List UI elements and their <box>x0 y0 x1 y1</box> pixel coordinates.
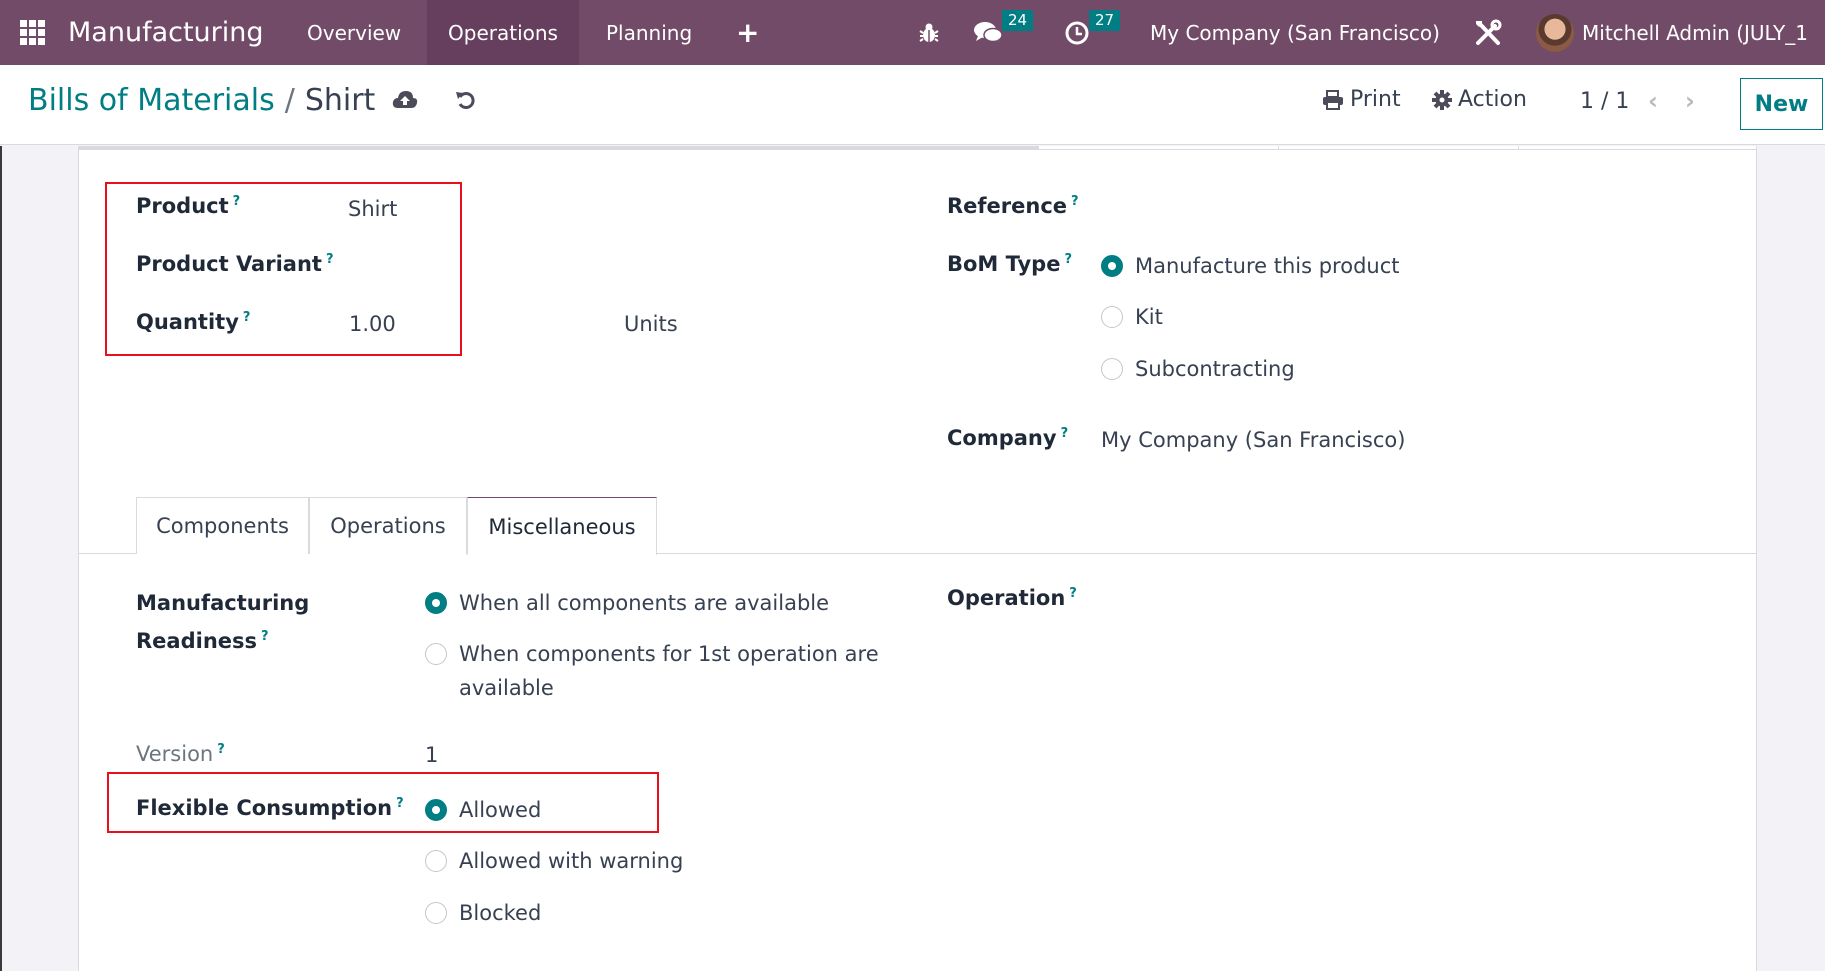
action-label: Action <box>1458 87 1527 112</box>
apps-menu-button[interactable] <box>20 0 48 65</box>
help-icon[interactable]: ? <box>217 742 225 757</box>
control-panel: Bills of Materials / Shirt Print Action … <box>0 65 1825 145</box>
chat-icon <box>974 21 1003 44</box>
button-box-segment[interactable] <box>1519 146 1757 150</box>
button-box <box>79 146 1757 150</box>
highlight-box-product <box>105 182 462 356</box>
company-label: Company? <box>947 426 1069 450</box>
user-name: Mitchell Admin (JULY_1 <box>1582 20 1808 45</box>
radio-checked[interactable] <box>425 592 447 614</box>
user-menu[interactable]: Mitchell Admin (JULY_1 <box>1536 0 1808 65</box>
operation-label: Operation? <box>947 586 1077 610</box>
readiness-all-available[interactable]: When all components are available <box>425 589 829 620</box>
clock-icon <box>1065 21 1089 44</box>
activities-button[interactable] <box>1064 0 1090 65</box>
print-button[interactable]: Print <box>1322 87 1401 112</box>
messages-badge: 24 <box>1002 10 1034 31</box>
bom-type-label: BoM Type? <box>947 252 1072 276</box>
readiness-first-operation[interactable]: When components for 1st operation are ava… <box>425 640 879 705</box>
print-label: Print <box>1350 87 1401 112</box>
button-box-segment[interactable] <box>1279 146 1519 150</box>
chevron-left-icon[interactable]: ‹ <box>1648 87 1658 115</box>
breadcrumb: Bills of Materials / Shirt <box>28 83 375 118</box>
flexible-allowed-with-warning[interactable]: Allowed with warning <box>425 847 683 878</box>
gear-icon <box>1432 89 1452 110</box>
grid-icon <box>20 20 45 45</box>
help-icon[interactable]: ? <box>1069 586 1077 601</box>
tab-miscellaneous[interactable]: Miscellaneous <box>467 497 657 555</box>
menu-planning[interactable]: Planning <box>585 0 713 65</box>
tab-components[interactable]: Components <box>136 497 309 554</box>
activities-badge: 27 <box>1089 10 1121 31</box>
help-icon[interactable]: ? <box>261 629 269 644</box>
button-box-segment[interactable] <box>1039 146 1279 150</box>
undo-icon[interactable] <box>455 89 477 117</box>
form-sheet: Product? Shirt Product Variant? Quantity… <box>78 146 1757 971</box>
avatar <box>1536 13 1574 52</box>
bom-type-kit[interactable]: Kit <box>1101 303 1163 334</box>
radio-unchecked[interactable] <box>1101 306 1123 328</box>
breadcrumb-bills-of-materials[interactable]: Bills of Materials <box>28 83 275 118</box>
radio-unchecked[interactable] <box>1101 358 1123 380</box>
reference-label: Reference? <box>947 194 1079 218</box>
radio-unchecked[interactable] <box>425 850 447 872</box>
reference-field[interactable] <box>1101 194 1601 224</box>
highlight-box-flexible <box>107 772 659 833</box>
button-box-segment <box>79 146 1039 150</box>
printer-icon <box>1323 89 1343 110</box>
radio-unchecked[interactable] <box>425 643 447 665</box>
help-icon[interactable]: ? <box>1071 194 1079 209</box>
bom-type-subcontracting[interactable]: Subcontracting <box>1101 355 1295 386</box>
radio-unchecked[interactable] <box>425 902 447 924</box>
menu-overview[interactable]: Overview <box>286 0 422 65</box>
breadcrumb-separator: / <box>284 83 295 118</box>
bug-icon[interactable] <box>918 0 940 65</box>
app-name[interactable]: Manufacturing <box>68 0 264 65</box>
manufacturing-readiness-label: Manufacturing Readiness? <box>136 591 310 653</box>
pager-value[interactable]: 1 / 1 <box>1580 89 1629 114</box>
flexible-blocked[interactable]: Blocked <box>425 899 541 930</box>
new-button[interactable]: New <box>1740 78 1823 130</box>
version-label: Version? <box>136 742 225 766</box>
cloud-upload-icon[interactable] <box>392 89 418 117</box>
messages-button[interactable] <box>973 0 1005 65</box>
bom-type-manufacture[interactable]: Manufacture this product <box>1101 252 1400 283</box>
sheet-background <box>0 146 78 971</box>
uom-field[interactable]: Units <box>624 312 678 336</box>
tab-operations[interactable]: Operations <box>309 497 467 554</box>
help-icon[interactable]: ? <box>1061 426 1069 441</box>
company-field[interactable]: My Company (San Francisco) <box>1101 428 1405 452</box>
menu-operations[interactable]: Operations <box>427 0 579 65</box>
help-icon[interactable]: ? <box>1064 252 1072 267</box>
chevron-right-icon[interactable]: › <box>1685 87 1695 115</box>
radio-checked[interactable] <box>1101 255 1123 277</box>
breadcrumb-current: Shirt <box>304 83 376 118</box>
plus-icon[interactable]: + <box>736 0 759 65</box>
tools-icon[interactable] <box>1473 0 1503 65</box>
top-navbar: Manufacturing Overview Operations Planni… <box>0 0 1825 65</box>
action-button[interactable]: Action <box>1432 87 1527 112</box>
company-switcher[interactable]: My Company (San Francisco) <box>1150 0 1440 65</box>
version-field[interactable]: 1 <box>425 743 438 767</box>
